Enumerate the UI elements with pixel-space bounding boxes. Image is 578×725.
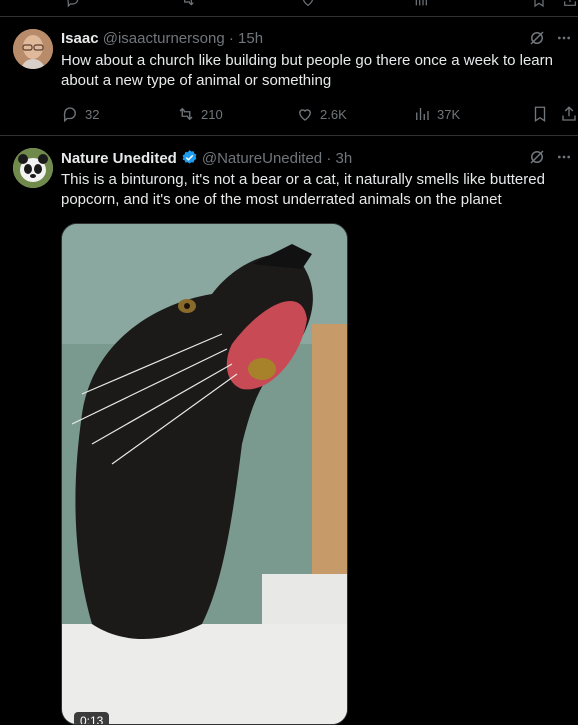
- like-count: 2.6K: [320, 106, 347, 122]
- handle[interactable]: @NatureUnedited: [202, 150, 322, 167]
- retweet-count: 210: [201, 106, 223, 122]
- display-name[interactable]: Nature Unedited: [61, 150, 177, 167]
- views-button[interactable]: 37K: [413, 105, 460, 123]
- more-icon[interactable]: [556, 30, 572, 51]
- video-duration: 0:13: [74, 712, 110, 724]
- share-icon: [562, 106, 576, 121]
- like-icon[interactable]: [300, 0, 316, 11]
- tweet-header: Nature Unedited @NatureUnedited · 3h: [61, 149, 352, 170]
- handle[interactable]: @isaacturnersong: [103, 30, 225, 47]
- binturong-video-frame: [62, 224, 347, 724]
- views-count: 37K: [437, 106, 461, 122]
- tweet-actions: 32 210 2.6K 37K: [61, 105, 578, 125]
- reply-icon: [63, 107, 76, 123]
- bookmark-icon: [534, 106, 546, 123]
- tweet-text: This is a binturong, it's not a bear or …: [61, 171, 545, 208]
- more-icon[interactable]: [556, 149, 572, 170]
- avatar[interactable]: [13, 29, 53, 69]
- views-icon[interactable]: [413, 0, 429, 11]
- retweet-icon[interactable]: [180, 0, 196, 11]
- tweet[interactable]: Isaac @isaacturnersong · 15h How about a…: [0, 17, 578, 136]
- bookmark-icon[interactable]: [531, 0, 547, 11]
- reply-icon[interactable]: [65, 0, 81, 11]
- verified-badge-icon: [181, 149, 198, 170]
- retweet-button[interactable]: 210: [177, 105, 223, 123]
- tweet-header: Isaac @isaacturnersong · 15h: [61, 30, 263, 47]
- like-button[interactable]: 2.6K: [296, 105, 347, 123]
- previous-tweet-actions: [0, 0, 578, 17]
- timestamp[interactable]: 15h: [238, 30, 263, 47]
- avatar[interactable]: [13, 148, 53, 188]
- separator-dot: ·: [326, 150, 332, 167]
- separator-dot: ·: [228, 30, 234, 47]
- bookmark-button[interactable]: [531, 105, 549, 123]
- reply-count: 32: [85, 106, 100, 122]
- video-player[interactable]: 0:13: [61, 223, 348, 725]
- tweet-header-actions: [528, 148, 572, 171]
- tweet-text: How about a church like building but peo…: [61, 52, 553, 89]
- tweet[interactable]: Nature Unedited @NatureUnedited · 3h This…: [0, 136, 578, 725]
- timestamp[interactable]: 3h: [336, 150, 353, 167]
- reply-button[interactable]: 32: [61, 105, 99, 123]
- grok-icon[interactable]: [528, 29, 546, 52]
- like-icon: [299, 109, 311, 121]
- share-icon[interactable]: [562, 0, 578, 11]
- retweet-icon: [179, 107, 193, 121]
- share-button[interactable]: [560, 105, 578, 123]
- tweet-header-actions: [528, 29, 572, 52]
- grok-icon[interactable]: [528, 148, 546, 171]
- display-name[interactable]: Isaac: [61, 30, 99, 47]
- views-icon: [416, 108, 429, 120]
